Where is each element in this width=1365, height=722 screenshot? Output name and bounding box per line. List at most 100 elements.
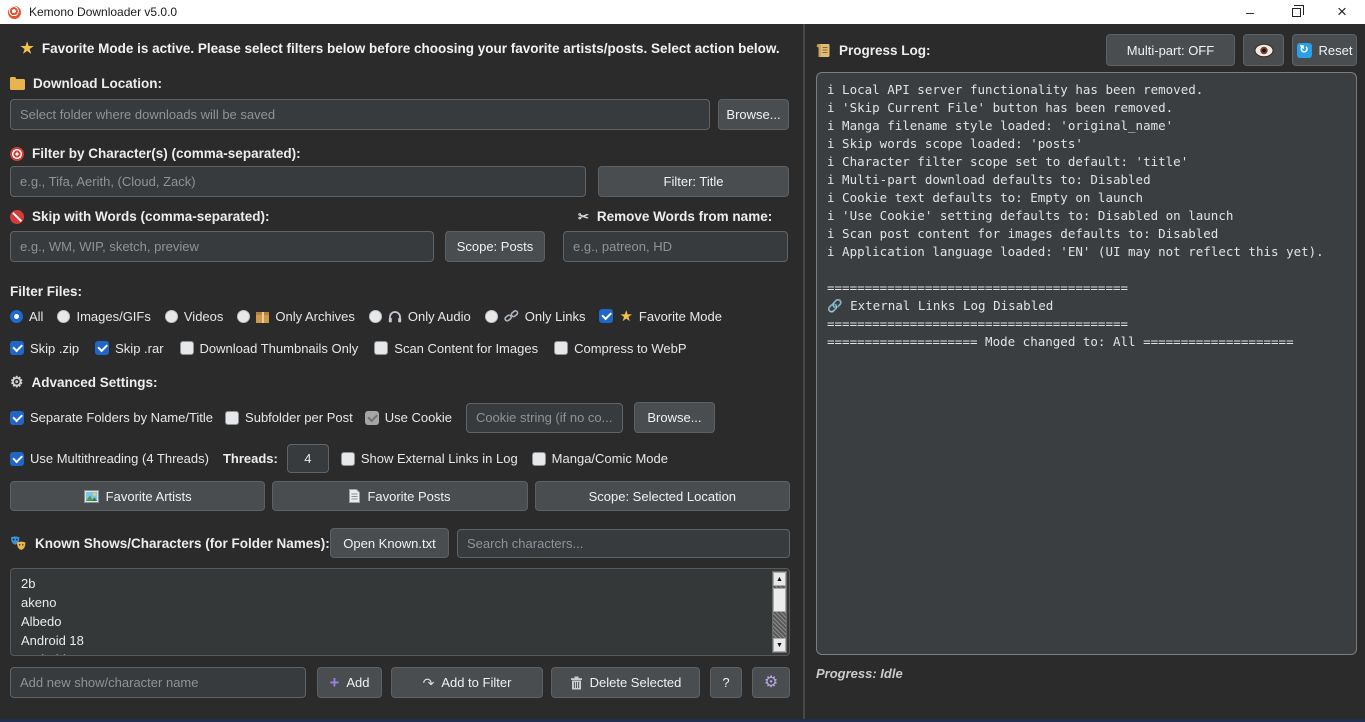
checkbox-label: Download Thumbnails Only <box>200 341 359 356</box>
scope-selected-location-button[interactable]: Scope: Selected Location <box>535 481 790 511</box>
checkbox-disabled-icon <box>365 411 379 425</box>
no-entry-icon <box>10 210 24 224</box>
radio-selected-icon <box>10 310 23 323</box>
radio-option-only-archives[interactable]: Only Archives <box>237 309 354 324</box>
character-filter-label: Filter by Character(s) (comma-separated)… <box>10 146 790 161</box>
character-list[interactable]: 2bakenoAlbedoAndroid 18Android 21 ▲ ▼ <box>10 568 790 656</box>
trash-icon <box>570 676 583 690</box>
radio-option-videos[interactable]: Videos <box>165 309 224 324</box>
browse-cookie-button[interactable]: Browse... <box>634 402 715 433</box>
manga-mode-checkbox[interactable]: Manga/Comic Mode <box>532 451 668 466</box>
scroll-down-button[interactable]: ▼ <box>773 638 786 652</box>
character-list-item[interactable]: Albedo <box>11 612 789 631</box>
separate-folders-checkbox[interactable]: Separate Folders by Name/Title <box>10 410 213 425</box>
close-button[interactable]: × <box>1319 0 1365 24</box>
browse-location-button[interactable]: Browse... <box>718 99 789 130</box>
download-thumbnails-checkbox[interactable]: Download Thumbnails Only <box>180 341 359 356</box>
add-to-filter-button[interactable]: ↷ Add to Filter <box>391 667 543 698</box>
compress-webp-checkbox[interactable]: Compress to WebP <box>554 341 686 356</box>
favorite-mode-checkbox[interactable]: ★ Favorite Mode <box>599 309 722 324</box>
radio-option-only-audio[interactable]: Only Audio <box>369 309 471 324</box>
checkbox-checked-icon <box>95 341 109 355</box>
favorite-posts-button[interactable]: Favorite Posts <box>272 481 527 511</box>
reset-button[interactable]: ↻ Reset <box>1292 34 1357 66</box>
use-cookie-checkbox[interactable]: Use Cookie <box>365 410 452 425</box>
eye-toggle-button[interactable] <box>1243 34 1284 66</box>
checkbox-checked-icon <box>599 309 613 323</box>
title-bar: Kemono Downloader v5.0.0 – × <box>0 0 1365 24</box>
skip-words-input[interactable] <box>10 231 434 262</box>
checkbox-label: Skip .rar <box>115 341 163 356</box>
log-line: i 'Skip Current File' button has been re… <box>827 99 1356 117</box>
checkbox-label: Use Cookie <box>385 410 452 425</box>
character-filter-input[interactable] <box>10 166 586 197</box>
log-line: i 'Use Cookie' setting defaults to: Disa… <box>827 207 1356 225</box>
radio-label: Only Audio <box>408 309 471 324</box>
progress-log-output[interactable]: i Local API server functionality has bee… <box>816 72 1357 655</box>
filter-files-label-text: Filter Files: <box>10 284 82 299</box>
threads-input[interactable] <box>287 444 329 473</box>
character-filter-label-text: Filter by Character(s) (comma-separated)… <box>32 146 301 161</box>
scan-content-checkbox[interactable]: Scan Content for Images <box>374 341 538 356</box>
radio-icon <box>165 310 178 323</box>
show-external-links-checkbox[interactable]: Show External Links in Log <box>341 451 518 466</box>
advanced-settings-label: ⚙ Advanced Settings: <box>10 375 790 390</box>
help-button[interactable]: ? <box>710 667 742 698</box>
delete-selected-button[interactable]: Delete Selected <box>551 667 700 698</box>
remove-words-label: ✂ Remove Words from name: <box>578 209 772 224</box>
subfolder-per-post-checkbox[interactable]: Subfolder per Post <box>225 410 353 425</box>
reset-icon: ↻ <box>1297 43 1312 58</box>
list-scrollbar[interactable]: ▲ ▼ <box>772 571 787 653</box>
character-list-item[interactable]: Android 21 <box>11 650 789 655</box>
radio-label: Videos <box>184 309 224 324</box>
filter-scope-button[interactable]: Filter: Title <box>598 166 789 197</box>
scrollbar-thumb[interactable] <box>773 588 786 612</box>
log-line: i Character filter scope set to default:… <box>827 153 1356 171</box>
remove-words-input[interactable] <box>563 231 788 262</box>
skip-rar-checkbox[interactable]: Skip .rar <box>95 341 163 356</box>
checkbox-icon <box>554 341 568 355</box>
minimize-icon: – <box>1246 4 1254 20</box>
favorite-artists-button[interactable]: Favorite Artists <box>10 481 265 511</box>
skip-zip-checkbox[interactable]: Skip .zip <box>10 341 79 356</box>
panel-splitter[interactable] <box>800 24 807 719</box>
open-known-txt-button[interactable]: Open Known.txt <box>330 528 449 558</box>
character-list-item[interactable]: 2b <box>11 574 789 593</box>
minimize-button[interactable]: – <box>1227 0 1273 24</box>
button-label: Add to Filter <box>441 675 511 690</box>
radio-option-all[interactable]: All <box>10 309 43 324</box>
log-line: i Scan post content for images defaults … <box>827 225 1356 243</box>
character-list-item[interactable]: akeno <box>11 593 789 612</box>
add-character-input[interactable] <box>10 667 306 698</box>
multipart-toggle-button[interactable]: Multi-part: OFF <box>1106 34 1235 66</box>
known-shows-label-text: Known Shows/Characters (for Folder Names… <box>35 536 330 551</box>
multithreading-checkbox[interactable]: Use Multithreading (4 Threads) <box>10 451 209 466</box>
log-line: i Multi-part download defaults to: Disab… <box>827 171 1356 189</box>
log-line: ======================================== <box>827 279 1356 297</box>
scroll-up-button[interactable]: ▲ <box>773 572 786 586</box>
log-line: i Skip words scope loaded: 'posts' <box>827 135 1356 153</box>
scrollbar-track[interactable] <box>773 612 786 638</box>
download-location-input[interactable] <box>10 99 710 130</box>
search-characters-input[interactable] <box>457 529 790 558</box>
settings-button[interactable]: ⚙ <box>752 667 790 698</box>
restore-button[interactable] <box>1273 0 1319 24</box>
radio-label: Only Links <box>525 309 586 324</box>
checkbox-label: Manga/Comic Mode <box>552 451 668 466</box>
picture-icon <box>84 490 99 503</box>
skip-scope-button[interactable]: Scope: Posts <box>445 231 545 262</box>
radio-option-images-gifs[interactable]: Images/GIFs <box>57 309 150 324</box>
log-line: i Application language loaded: 'EN' (UI … <box>827 243 1356 261</box>
add-button[interactable]: + Add <box>317 667 382 698</box>
known-shows-label: Known Shows/Characters (for Folder Names… <box>10 536 330 551</box>
scissors-icon: ✂ <box>578 210 589 223</box>
filter-files-label: Filter Files: <box>10 284 790 299</box>
button-label: Favorite Artists <box>106 489 192 504</box>
checkbox-label: Scan Content for Images <box>394 341 538 356</box>
cookie-string-input[interactable] <box>466 403 623 433</box>
checkbox-label: Subfolder per Post <box>245 410 353 425</box>
character-list-item[interactable]: Android 18 <box>11 631 789 650</box>
download-location-label: Download Location: <box>10 76 790 91</box>
radio-option-only-links[interactable]: Only Links <box>485 309 586 324</box>
log-line: i Cookie text defaults to: Empty on laun… <box>827 189 1356 207</box>
